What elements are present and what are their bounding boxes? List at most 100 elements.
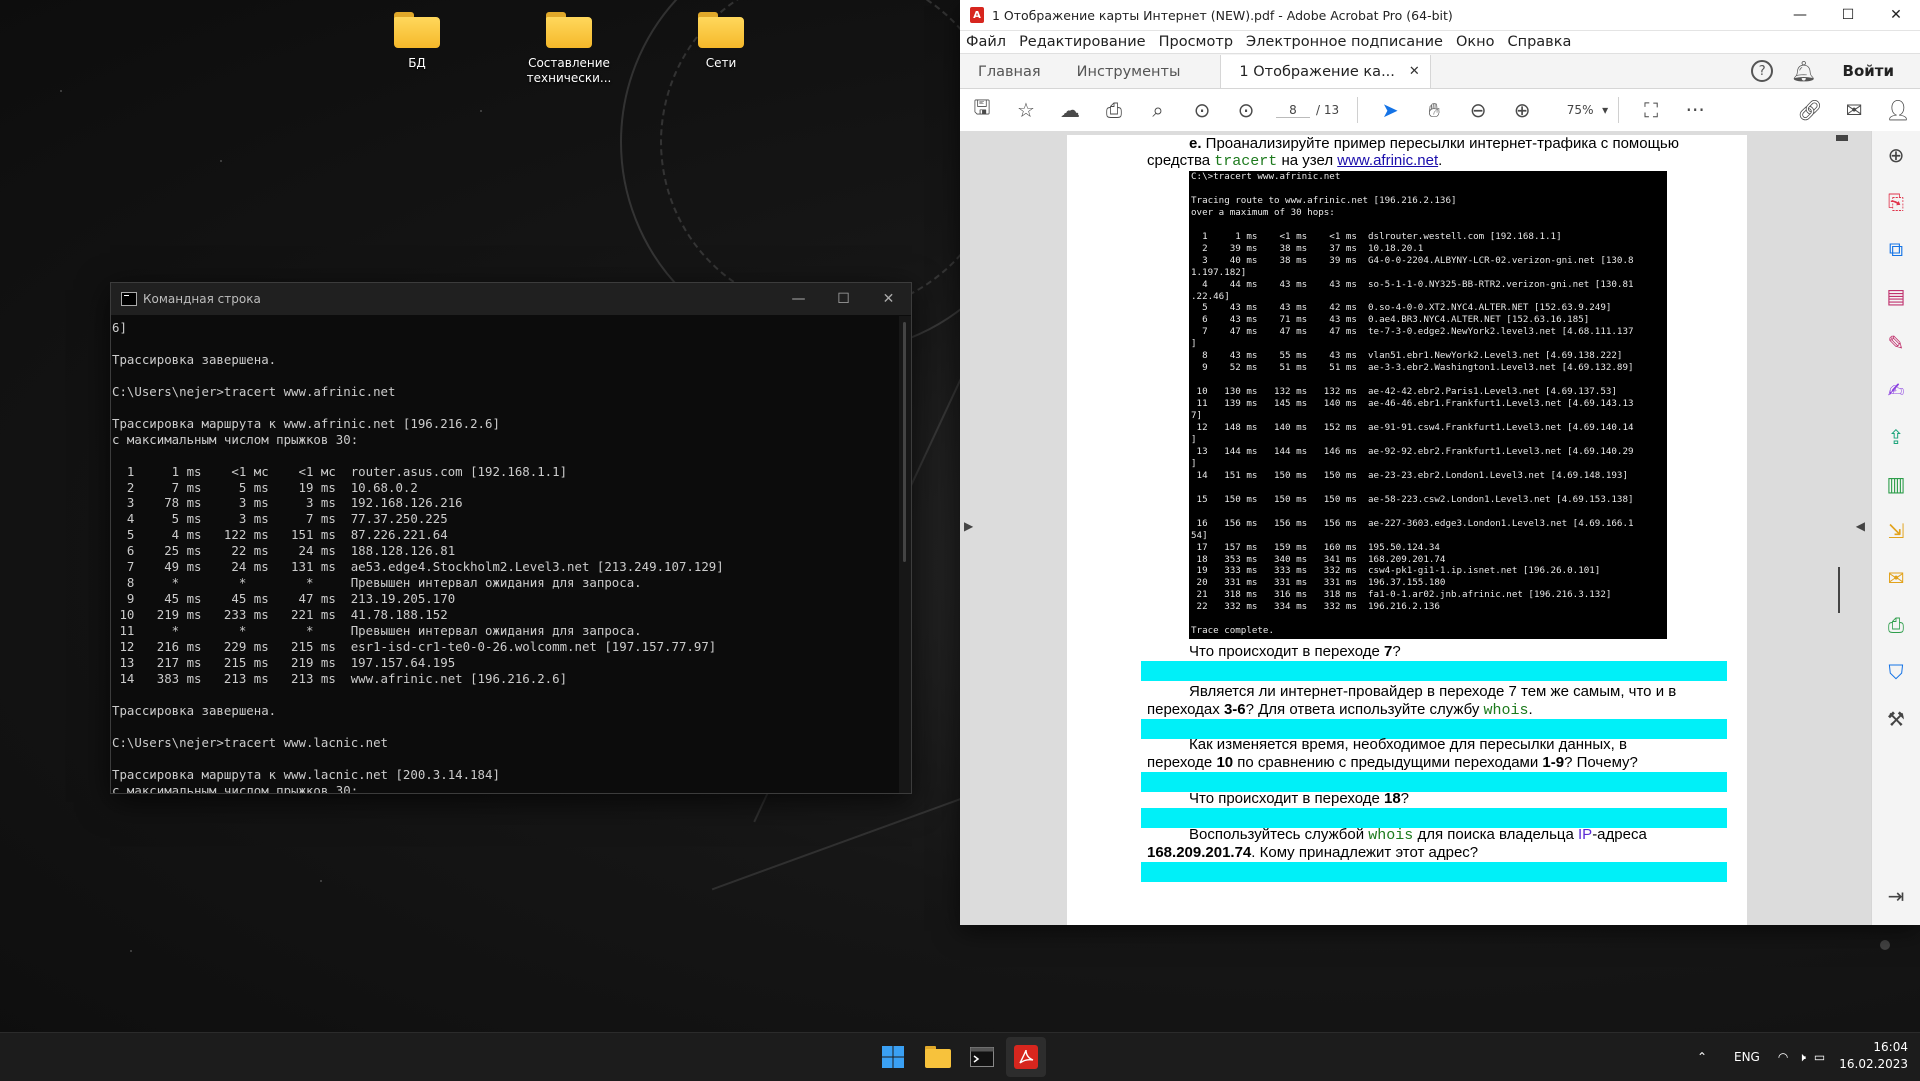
edit-pdf-icon[interactable]: ✎: [1872, 319, 1920, 366]
text-fragment: ? Для ответа используйте службу: [1245, 701, 1484, 718]
text-fragment: для поиска владельца: [1413, 826, 1578, 843]
question-3-line2: переходе 10 по сравнению с предыдущими п…: [1147, 754, 1638, 771]
zoom-search-icon[interactable]: ⌕: [1136, 89, 1180, 131]
page-number-input[interactable]: 8: [1276, 103, 1310, 118]
more-icon[interactable]: ···: [1673, 89, 1717, 131]
more-tools-icon[interactable]: ⚒: [1872, 695, 1920, 742]
cloud-upload-icon[interactable]: ☁: [1048, 89, 1092, 131]
expand-left-panel-icon[interactable]: ▶: [964, 519, 973, 533]
zoom-icon[interactable]: ⊕: [1872, 131, 1920, 178]
close-button[interactable]: ✕: [866, 283, 911, 315]
start-button[interactable]: [873, 1037, 913, 1077]
answer-field-1[interactable]: [1141, 661, 1727, 681]
taskbar-acrobat[interactable]: [1006, 1037, 1046, 1077]
collapse-panel-icon[interactable]: ⇥: [1872, 872, 1920, 919]
comment-icon[interactable]: ✉: [1872, 554, 1920, 601]
menu-view[interactable]: Просмотр: [1159, 34, 1233, 50]
menu-esign[interactable]: Электронное подписание: [1246, 34, 1443, 50]
tab-document[interactable]: 1 Отображение ка... ✕: [1220, 55, 1431, 88]
acrobat-titlebar[interactable]: A 1 Отображение карты Интернет (NEW).pdf…: [960, 0, 1920, 31]
cmd-scrollbar[interactable]: [899, 316, 911, 793]
fill-sign-icon[interactable]: ✍: [1872, 366, 1920, 413]
document-viewport[interactable]: ▶ ◀ e. Проанализируйте пример пересылки …: [960, 131, 1872, 925]
cmd-output[interactable]: 6] Трассировка завершена. C:\Users\nejer…: [111, 316, 899, 793]
terminal-icon: [970, 1047, 994, 1067]
clock-date: 16.02.2023: [1839, 1057, 1908, 1071]
tab-home[interactable]: Главная: [960, 55, 1059, 88]
tab-home-label: Главная: [978, 63, 1041, 80]
menu-file[interactable]: Файл: [966, 34, 1006, 50]
task-label: e.: [1189, 135, 1202, 152]
menu-help[interactable]: Справка: [1507, 34, 1571, 50]
task-intro-line2: средства tracert на узел www.afrinic.net…: [1147, 152, 1442, 170]
menu-edit[interactable]: Редактирование: [1019, 34, 1146, 50]
maximize-button[interactable]: ☐: [1824, 0, 1872, 30]
desktop-folder-networks[interactable]: Сети: [666, 4, 776, 71]
share-user-icon[interactable]: 👤︎: [1876, 89, 1920, 131]
cmd-window[interactable]: Командная строка — ☐ ✕ 6] Трассировка за…: [110, 282, 912, 794]
language-indicator[interactable]: ENG: [1734, 1050, 1760, 1064]
expand-right-panel-icon[interactable]: ◀: [1856, 519, 1865, 533]
taskbar-explorer[interactable]: [918, 1037, 958, 1077]
star-icon[interactable]: ☆: [1004, 89, 1048, 131]
answer-field-4[interactable]: [1141, 808, 1727, 828]
text-bold: 3-6: [1223, 701, 1246, 718]
maximize-button[interactable]: ☐: [821, 283, 866, 315]
combine-files-icon[interactable]: ⧉: [1872, 225, 1920, 272]
scan-icon[interactable]: ▥: [1872, 460, 1920, 507]
cmd-titlebar[interactable]: Командная строка — ☐ ✕: [111, 283, 911, 315]
tracert-screenshot: C:\>tracert www.afrinic.net Tracing rout…: [1189, 171, 1667, 639]
create-pdf-icon[interactable]: ⎘: [1872, 178, 1920, 225]
scrollbar-thumb[interactable]: [903, 322, 906, 562]
send-review-icon[interactable]: ⇲: [1872, 507, 1920, 554]
menu-window[interactable]: Окно: [1456, 34, 1495, 50]
desktop-folder-bd[interactable]: БД: [362, 4, 472, 71]
chevron-up-icon[interactable]: ⌃: [1690, 1050, 1714, 1064]
close-tab-icon[interactable]: ✕: [1409, 64, 1420, 79]
task-intro: e. Проанализируйте пример пересылки инте…: [1189, 135, 1679, 152]
taskbar-terminal[interactable]: [962, 1037, 1002, 1077]
bell-icon[interactable]: 🔔︎: [1791, 59, 1816, 83]
export-pdf-icon[interactable]: ⇪: [1872, 413, 1920, 460]
star: [220, 160, 222, 162]
text-fragment: Что происходит в переходе: [1189, 643, 1384, 660]
mail-icon[interactable]: ✉: [1832, 89, 1876, 131]
acrobat-window[interactable]: A 1 Отображение карты Интернет (NEW).pdf…: [960, 0, 1920, 925]
taskbar: ⌃ ENG ◠ 🕨︎ ▭ 16:04 16.02.2023: [0, 1032, 1920, 1081]
answer-field-3[interactable]: [1141, 772, 1727, 792]
link-icon[interactable]: 🔗︎: [1788, 89, 1832, 131]
organize-pages-icon[interactable]: ▤: [1872, 272, 1920, 319]
page-down-icon[interactable]: ⊙: [1224, 89, 1268, 131]
question-5-line2: 168.209.201.74. Кому принадлежит этот ад…: [1147, 844, 1478, 861]
login-button[interactable]: Войти: [1843, 62, 1894, 80]
zoom-select[interactable]: 75% ▾: [1558, 103, 1608, 117]
fit-page-icon[interactable]: ⛶: [1629, 89, 1673, 131]
desktop-folder-tech[interactable]: Составление технически...: [514, 4, 624, 86]
hand-tool-icon[interactable]: ✋︎: [1412, 89, 1456, 131]
select-cursor-icon[interactable]: ➤: [1368, 89, 1412, 131]
page-up-icon[interactable]: ⊙: [1180, 89, 1224, 131]
minimize-button[interactable]: —: [776, 283, 821, 315]
volume-icon[interactable]: 🕨︎: [1798, 1050, 1806, 1065]
close-button[interactable]: ✕: [1872, 0, 1920, 30]
minimize-button[interactable]: —: [1776, 0, 1824, 30]
zoom-out-icon[interactable]: ⊖: [1456, 89, 1500, 131]
save-icon[interactable]: 🖫: [960, 89, 1004, 131]
battery-icon[interactable]: ▭: [1814, 1050, 1825, 1064]
print-icon[interactable]: ⎙: [1092, 89, 1136, 131]
help-icon[interactable]: ?: [1751, 60, 1774, 82]
document-scrollbar[interactable]: [1836, 135, 1848, 925]
tab-tools[interactable]: Инструменты: [1059, 55, 1199, 88]
protect-icon[interactable]: ⛉: [1872, 648, 1920, 695]
afrinic-link[interactable]: www.afrinic.net: [1337, 152, 1438, 169]
pdf-page[interactable]: e. Проанализируйте пример пересылки инте…: [1067, 135, 1747, 925]
wifi-icon[interactable]: ◠: [1778, 1050, 1788, 1064]
zoom-in-icon[interactable]: ⊕: [1500, 89, 1544, 131]
text-fragment: . Кому принадлежит этот адрес?: [1251, 844, 1479, 861]
clock[interactable]: 16:04 16.02.2023: [1839, 1039, 1908, 1073]
text-fragment: по сравнению с предыдущими переходами: [1233, 754, 1543, 771]
text-bold: 18: [1383, 790, 1401, 807]
print-production-icon[interactable]: ⎙: [1872, 601, 1920, 648]
answer-field-5[interactable]: [1141, 862, 1727, 882]
text-fragment: ? Почему?: [1564, 754, 1638, 771]
